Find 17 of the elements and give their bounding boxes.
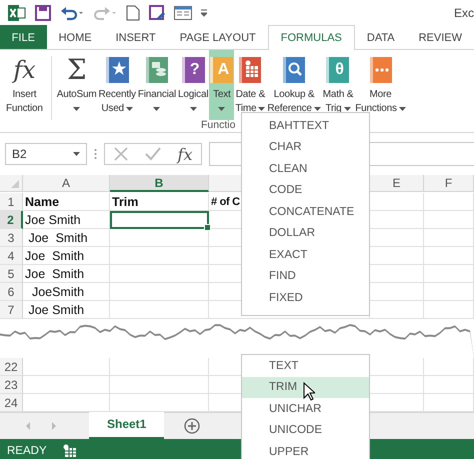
book-glyph: θ xyxy=(335,63,344,77)
window-title: Exc xyxy=(454,6,474,20)
book-glyph: A xyxy=(218,63,230,77)
symbol-icon: Σ xyxy=(62,51,90,89)
book-glyph: ? xyxy=(190,63,200,77)
symbol-icon: fx xyxy=(9,54,40,86)
table-cell: Joe Smith xyxy=(23,301,110,319)
table-cell: Joe Smith xyxy=(23,265,110,283)
table-cell: Joe Smith xyxy=(23,247,110,265)
table-cell: Name xyxy=(23,193,110,211)
book-glyph: ★ xyxy=(112,63,126,77)
group-label: Functio xyxy=(201,119,236,131)
table-cell: Joe Smith xyxy=(23,211,110,229)
table-cell: JoeSmith xyxy=(23,283,110,301)
table-cell: Joe Smith xyxy=(23,229,110,247)
status-text: READY xyxy=(7,444,47,456)
table-cell: Trim xyxy=(110,193,209,211)
